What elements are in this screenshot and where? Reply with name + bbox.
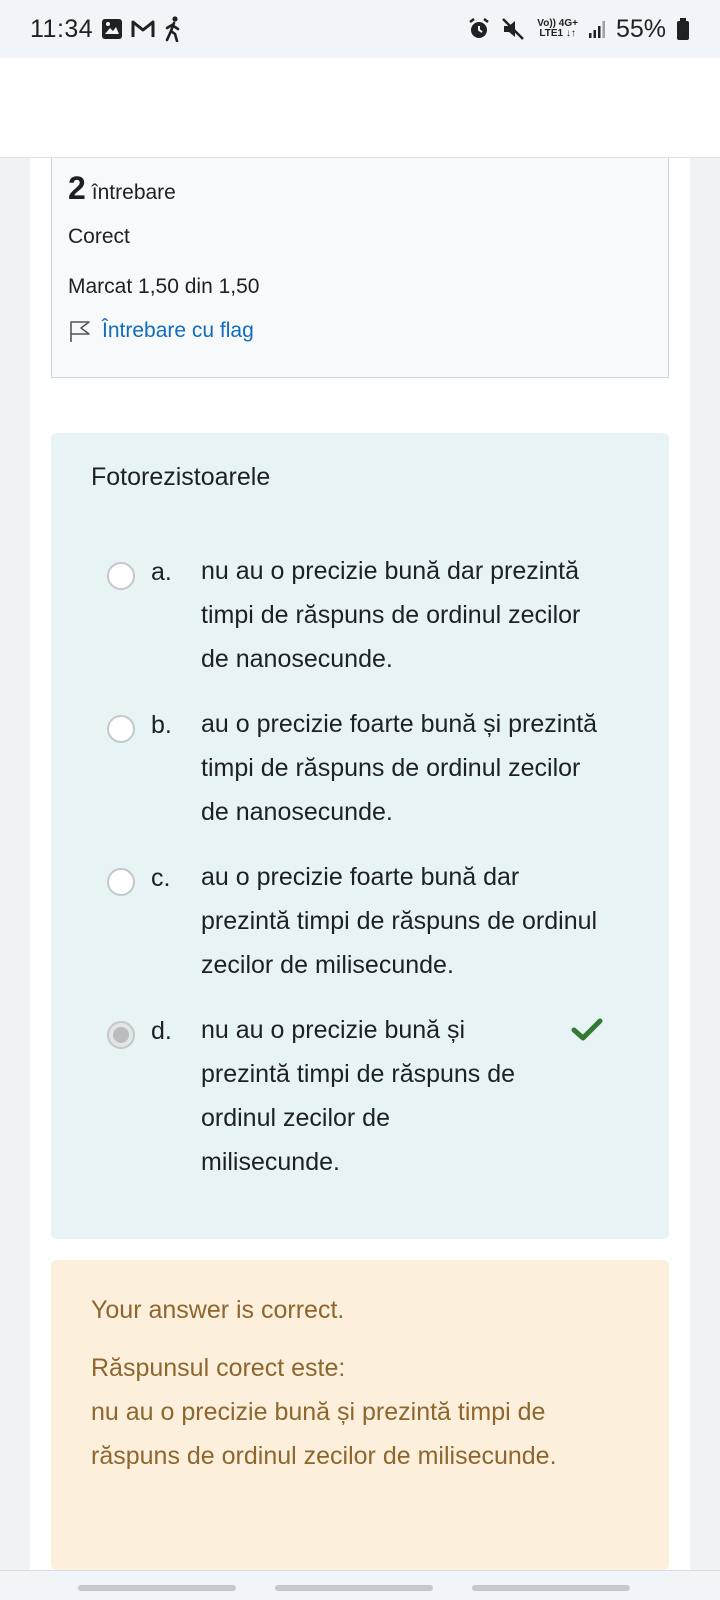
answer-radio-a[interactable] <box>107 562 135 590</box>
answer-text-c: au o precizie foarte bună dar prezintă t… <box>201 863 598 979</box>
answer-radio-b[interactable] <box>107 715 135 743</box>
nav-home-button[interactable] <box>275 1585 433 1591</box>
quiz-content: 2 întrebare Corect Marcat 1,50 din 1,50 … <box>30 158 690 1570</box>
answer-radio-d[interactable] <box>107 1021 135 1049</box>
feedback-correct-label: Răspunsul corect este: <box>91 1354 346 1382</box>
question-number-value: 2 <box>68 170 86 206</box>
status-bar-left: 11:34 <box>30 15 183 44</box>
question-number-label: întrebare <box>91 181 176 204</box>
flag-question-label[interactable]: Întrebare cu flag <box>102 319 254 343</box>
flag-question-link[interactable]: Întrebare cu flag <box>68 319 652 343</box>
question-box: Fotorezistoarele a. nu au o precizie bun… <box>51 433 669 1239</box>
answer-radio-c[interactable] <box>107 868 135 896</box>
network-bottom: LTE1 ↓↑ <box>539 28 576 39</box>
flag-icon <box>68 319 92 343</box>
battery-percent: 55% <box>615 14 666 43</box>
mute-icon <box>501 17 527 41</box>
gmail-icon <box>131 19 155 39</box>
network-indicator: Vo)) 4G+ LTE1 ↓↑ <box>537 19 578 39</box>
nav-recents-button[interactable] <box>78 1585 236 1591</box>
status-bar: 11:34 Vo)) 4G+ LTE1 ↓↑ 55% <box>0 0 720 58</box>
answer-letter-b: b. <box>151 711 172 739</box>
battery-icon <box>676 17 690 41</box>
answer-text-b: au o precizie foarte bună și prezintă ti… <box>201 710 598 826</box>
answer-letter-c: c. <box>151 864 171 892</box>
answer-text-d: nu au o precizie bună și prezintă timpi … <box>201 1016 516 1176</box>
nav-back-button[interactable] <box>472 1585 630 1591</box>
question-info-box: 2 întrebare Corect Marcat 1,50 din 1,50 … <box>51 158 669 378</box>
correct-check-icon <box>571 1017 603 1048</box>
answer-letter-d: d. <box>151 1017 172 1045</box>
status-bar-right: Vo)) 4G+ LTE1 ↓↑ 55% <box>467 15 690 44</box>
header-area <box>0 58 720 158</box>
question-number: 2 întrebare <box>68 170 652 207</box>
alarm-icon <box>467 17 491 41</box>
answer-text-a: nu au o precizie bună dar prezintă timpi… <box>201 557 581 673</box>
walking-icon <box>163 16 183 42</box>
feedback-correct-answer: nu au o precizie bună și prezintă timpi … <box>91 1398 557 1470</box>
feedback-box: Your answer is correct. Răspunsul corect… <box>51 1260 669 1570</box>
signal-icon <box>588 19 606 39</box>
status-time: 11:34 <box>30 14 94 43</box>
answer-letter-a: a. <box>151 558 172 586</box>
gallery-icon <box>101 18 123 40</box>
question-text: Fotorezistoarele <box>91 463 271 491</box>
feedback-result: Your answer is correct. <box>91 1296 345 1324</box>
system-navigation-bar <box>0 1570 720 1600</box>
question-status: Corect <box>68 225 130 248</box>
question-mark: Marcat 1,50 din 1,50 <box>68 275 260 298</box>
